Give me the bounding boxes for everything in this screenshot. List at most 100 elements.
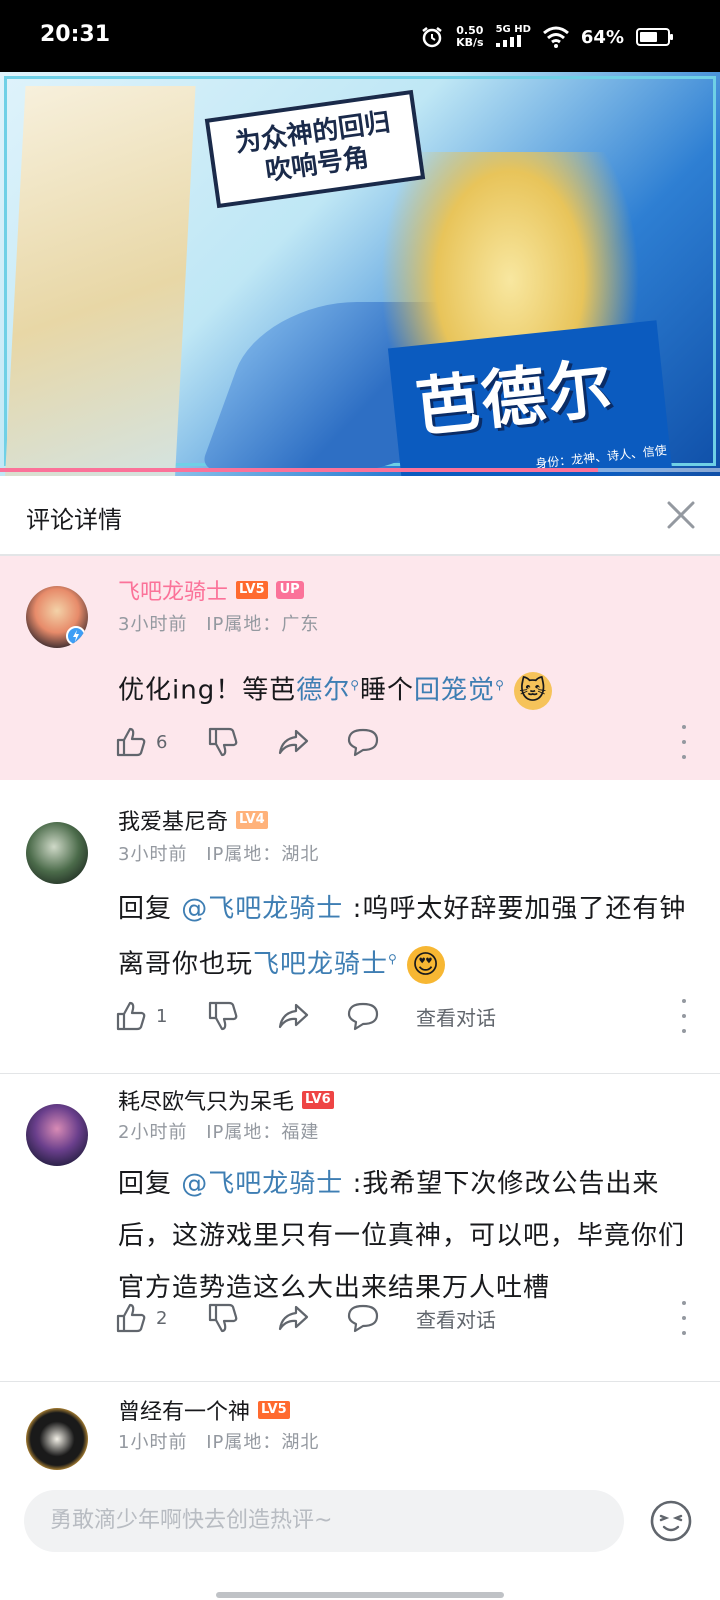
level-badge: LV5 — [258, 1401, 290, 1419]
battery-icon — [636, 28, 673, 46]
signal-icon — [495, 35, 521, 47]
username[interactable]: 曾经有一个神 — [118, 1394, 250, 1426]
more-button[interactable] — [679, 1301, 689, 1335]
comment-item-reply: 耗尽欧气只为呆毛 LV6 2小时前 IP属地：福建 回复 @飞吧龙骑士 :我希望… — [0, 1074, 720, 1382]
level-badge: LV6 — [302, 1091, 334, 1109]
comment-item-reply: 我爱基尼奇 LV4 3小时前 IP属地：湖北 回复 @飞吧龙骑士 :呜呼太好辞要… — [0, 780, 720, 1074]
username-row: 我爱基尼奇 LV4 — [118, 804, 268, 836]
view-dialog-button[interactable]: 查看对话 — [416, 1304, 496, 1333]
comment-bubble-icon — [347, 1002, 379, 1031]
emoji-sticker: 😍 — [407, 946, 446, 985]
reply-input[interactable]: 勇敢滴少年啊快去创造热评~ — [24, 1490, 624, 1552]
comment-time: 1小时前 — [118, 1432, 188, 1453]
thumbs-up-icon — [116, 727, 146, 757]
avatar[interactable] — [26, 1408, 88, 1470]
close-button[interactable] — [656, 490, 706, 540]
comment-meta: 2小时前 IP属地：福建 — [118, 1118, 319, 1144]
mention-link[interactable]: @飞吧龙骑士 — [181, 894, 343, 924]
share-button[interactable] — [276, 725, 346, 759]
comment-item-root: 飞吧龙骑士 LV5 UP 3小时前 IP属地：广东 优化ing！等芭德尔⚲睡个回… — [0, 556, 720, 780]
comment-ip: IP属地：湖北 — [206, 1432, 320, 1453]
verified-icon — [66, 626, 86, 646]
video-player[interactable]: 为众神的回归 吹响号角 芭德尔 身份：龙神、诗人、信使 — [0, 72, 720, 476]
comment-ip: IP属地：湖北 — [206, 844, 320, 865]
reply-button[interactable] — [346, 999, 416, 1033]
status-bar: 20:31 0.50 KB/s 5G HD 64% — [0, 0, 720, 72]
thumbs-down-icon — [208, 1303, 238, 1333]
username[interactable]: 飞吧龙骑士 — [118, 574, 228, 606]
like-count: 2 — [156, 1307, 168, 1329]
avatar[interactable] — [26, 586, 88, 648]
search-link[interactable]: 德尔 — [296, 676, 350, 706]
username-row: 耗尽欧气只为呆毛 LV6 — [118, 1084, 334, 1116]
username[interactable]: 我爱基尼奇 — [118, 804, 228, 836]
dislike-button[interactable] — [206, 999, 276, 1033]
video-progress-bar[interactable] — [0, 468, 720, 472]
more-dot — [682, 1029, 686, 1033]
share-button[interactable] — [276, 1301, 346, 1335]
search-link[interactable]: 回笼觉 — [414, 676, 495, 706]
status-time: 20:31 — [40, 22, 111, 47]
network-type: 5G HD — [495, 24, 531, 50]
more-dot — [682, 1331, 686, 1335]
comment-content: 回复 @飞吧龙骑士 :我希望下次修改公告出来后，这游戏里只有一位真神，可以吧，毕… — [118, 1169, 686, 1303]
more-button[interactable] — [679, 999, 689, 1033]
like-button[interactable]: 6 — [114, 725, 206, 759]
view-dialog-button[interactable]: 查看对话 — [416, 1002, 496, 1031]
share-icon — [278, 1003, 309, 1029]
comment-detail-header: 评论详情 — [0, 476, 720, 556]
comment-actions: 2 查看对话 — [114, 1298, 689, 1338]
username[interactable]: 耗尽欧气只为呆毛 — [118, 1084, 294, 1116]
search-link[interactable]: 飞吧龙骑士 — [253, 950, 388, 980]
wifi-icon — [542, 26, 569, 48]
comment-ip: IP属地：福建 — [206, 1122, 320, 1143]
comment-bubble-icon — [347, 1304, 379, 1333]
more-dot — [682, 1301, 686, 1305]
alarm-icon — [422, 27, 442, 48]
dislike-button[interactable] — [206, 1301, 276, 1335]
comment-actions: 1 查看对话 — [114, 996, 689, 1036]
battery-percent: 64% — [580, 26, 624, 48]
network-speed: 0.50 KB/s — [456, 24, 484, 49]
mention-link[interactable]: @飞吧龙骑士 — [181, 1169, 343, 1199]
comment-meta: 3小时前 IP属地：广东 — [118, 610, 319, 636]
comment-content: 优化ing！等芭德尔⚲睡个回笼觉⚲ 🐱 — [118, 660, 693, 716]
emoji-button[interactable] — [648, 1498, 694, 1544]
share-button[interactable] — [276, 999, 346, 1033]
username-row: 飞吧龙骑士 LV5 UP — [118, 574, 304, 606]
comment-meta: 3小时前 IP属地：湖北 — [118, 840, 319, 866]
reply-button[interactable] — [346, 725, 416, 759]
comment-time: 3小时前 — [118, 614, 188, 635]
share-icon — [278, 1305, 309, 1331]
up-badge: UP — [275, 581, 304, 599]
more-button[interactable] — [679, 725, 689, 759]
avatar[interactable] — [26, 1104, 88, 1166]
video-progress-fill — [0, 468, 598, 472]
reply-input-bar: 勇敢滴少年啊快去创造热评~ — [0, 1480, 720, 1600]
comment-bubble-icon — [347, 728, 379, 757]
username-row: 曾经有一个神 LV5 — [118, 1394, 290, 1426]
close-icon — [667, 501, 695, 529]
dislike-button[interactable] — [206, 725, 276, 759]
thumbs-up-icon — [116, 1303, 146, 1333]
level-badge: LV5 — [236, 581, 268, 599]
comment-item-reply: 曾经有一个神 LV5 1小时前 IP属地：湖北 — [0, 1382, 720, 1480]
emoji-icon — [650, 1500, 692, 1542]
thumbs-down-icon — [208, 1001, 238, 1031]
comment-time: 2小时前 — [118, 1122, 188, 1143]
like-count: 1 — [156, 1005, 168, 1027]
comment-time: 3小时前 — [118, 844, 188, 865]
more-dot — [682, 755, 686, 759]
reply-button[interactable] — [346, 1301, 416, 1335]
thumbs-up-icon — [116, 1001, 146, 1031]
like-button[interactable]: 1 — [114, 999, 206, 1033]
video-art-left-panel — [2, 86, 196, 476]
home-indicator[interactable] — [216, 1592, 504, 1598]
status-icons: 0.50 KB/s 5G HD 64% — [420, 24, 673, 50]
comment-actions: 6 — [114, 722, 689, 762]
avatar[interactable] — [26, 822, 88, 884]
thumbs-down-icon — [208, 727, 238, 757]
search-icon: ⚲ — [495, 678, 505, 692]
like-button[interactable]: 2 — [114, 1301, 206, 1335]
search-icon: ⚲ — [350, 678, 361, 692]
